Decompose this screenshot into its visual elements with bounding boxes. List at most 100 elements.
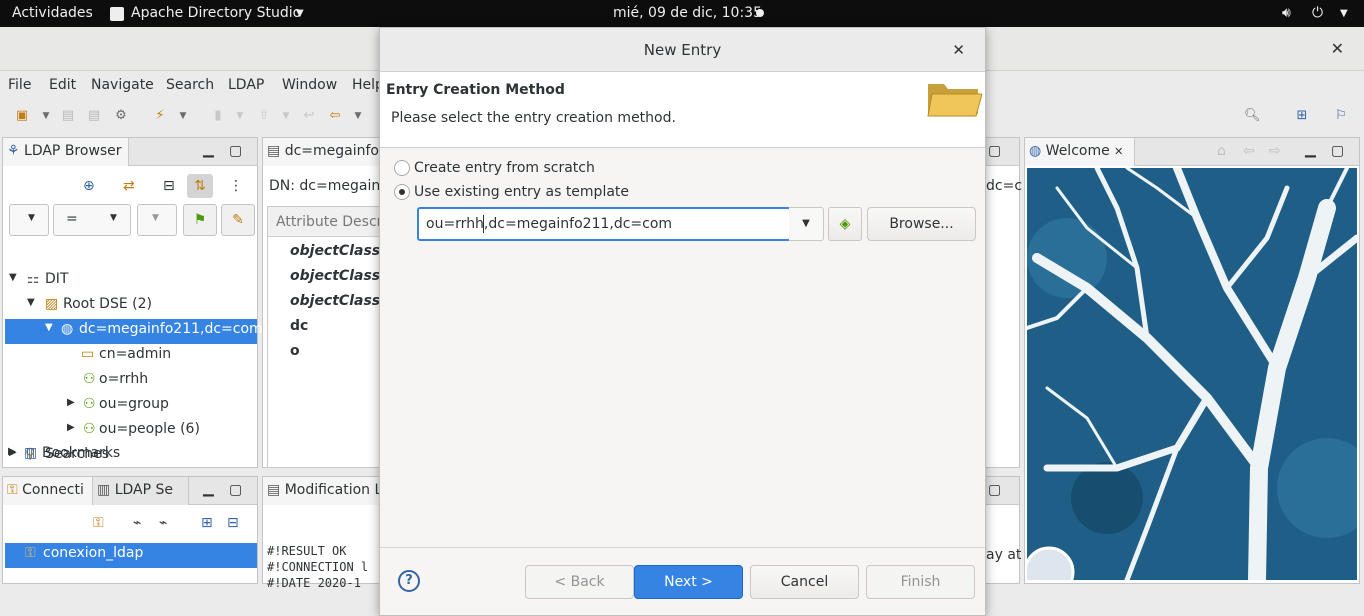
- attribute-name[interactable]: objectClass: [290, 293, 380, 309]
- entry-editor-right-tabbar: ▢: [986, 138, 1019, 166]
- maximize-icon[interactable]: ▢: [1331, 143, 1344, 159]
- chevron-down-icon: ▼: [152, 213, 159, 223]
- quick-search-value-select[interactable]: ▼: [137, 204, 177, 236]
- clock[interactable]: mié, 09 de dic, 10:35: [613, 5, 762, 21]
- open-connection-icon[interactable]: ⌁: [133, 515, 141, 531]
- label-use-template[interactable]: Use existing entry as template: [414, 184, 629, 200]
- collapse-all-icon[interactable]: ⊟: [227, 515, 239, 531]
- next-button[interactable]: Next >: [634, 565, 743, 599]
- properties-icon[interactable]: ⚙: [113, 108, 129, 124]
- collapsed-icon[interactable]: ▶: [67, 422, 75, 433]
- open-perspective-icon[interactable]: ⊞: [1294, 108, 1310, 124]
- dialog-close-icon[interactable]: ✕: [952, 28, 965, 72]
- template-history-dropdown[interactable]: ▼: [789, 207, 824, 241]
- system-menu-chevron-icon[interactable]: ▼: [1340, 8, 1348, 19]
- tab-ldap-servers-label: LDAP Se: [114, 482, 173, 498]
- ldap-perspective-icon[interactable]: ⚐: [1333, 108, 1349, 124]
- last-edit-icon: ↩: [303, 108, 315, 123]
- menu-edit[interactable]: Edit: [49, 77, 76, 93]
- tab-welcome[interactable]: ◍ Welcome ✕: [1025, 138, 1135, 166]
- radio-create-from-scratch[interactable]: [394, 160, 410, 176]
- org-icon: ⚇: [83, 371, 96, 387]
- volume-icon[interactable]: 🔊︎: [1282, 5, 1291, 21]
- help-icon[interactable]: ?: [398, 570, 420, 592]
- connection-dropdown-icon[interactable]: ▼: [175, 108, 191, 124]
- tree-item-root-dse[interactable]: ▼ ▨ Root DSE (2): [5, 294, 255, 319]
- collapse-all-icon[interactable]: ⊟: [163, 178, 175, 194]
- tree-item-ou-people[interactable]: ▶ ⚇ ou=people (6): [5, 419, 255, 444]
- collapsed-icon[interactable]: ▶: [67, 397, 75, 408]
- link-icon[interactable]: ⇅: [187, 174, 213, 198]
- save-icon: ▤: [61, 108, 75, 123]
- tree-item-o-rrhh[interactable]: ⚇ o=rrhh: [5, 369, 255, 394]
- template-entry-input[interactable]: ou=rrhh,dc=megainfo211,dc=com: [417, 207, 791, 241]
- menu-ldap[interactable]: LDAP: [228, 77, 264, 93]
- tree-item-dit[interactable]: ▼ ⚏ DIT: [5, 269, 255, 294]
- quick-search-operator-select[interactable]: = ▼: [53, 204, 131, 236]
- collapsed-icon[interactable]: ▶: [8, 446, 16, 457]
- menu-search[interactable]: Search: [166, 77, 214, 93]
- menu-file[interactable]: File: [8, 77, 31, 93]
- app-menu-chevron-icon[interactable]: ▼: [296, 8, 304, 19]
- attribute-name[interactable]: objectClass: [290, 243, 380, 259]
- new-dropdown-icon[interactable]: ▼: [38, 108, 54, 124]
- tree-item-bookmarks[interactable]: ▶ ▥ Bookmarks: [4, 443, 254, 468]
- app-menu-label[interactable]: Apache Directory Studio: [131, 5, 301, 21]
- close-tab-icon[interactable]: ✕: [1114, 145, 1123, 158]
- tab-entry-editor-label: dc=megainfo2: [284, 143, 388, 159]
- browse-button[interactable]: Browse...: [867, 207, 976, 241]
- label-create-from-scratch[interactable]: Create entry from scratch: [414, 160, 595, 176]
- template-entry-lookup-button[interactable]: ◈: [828, 207, 862, 241]
- power-icon[interactable]: ⏻: [1312, 5, 1323, 21]
- tab-modification-log-label: Modification L: [284, 482, 383, 498]
- view-menu-icon[interactable]: ⋮: [229, 178, 243, 194]
- tree-item-cn-admin[interactable]: ▭ cn=admin: [5, 344, 255, 369]
- tree-item-label: Bookmarks: [42, 445, 121, 461]
- menu-navigate[interactable]: Navigate: [91, 77, 154, 93]
- folder-icon: ▭: [81, 346, 95, 362]
- new-icon[interactable]: ▣: [14, 108, 30, 124]
- bookmark-icon: ▥: [24, 445, 38, 461]
- expand-all-icon[interactable]: ⊞: [201, 515, 213, 531]
- connection-item[interactable]: ⚿ conexion_ldap: [5, 543, 257, 568]
- cancel-button[interactable]: Cancel: [750, 565, 859, 599]
- tab-modification-log[interactable]: ▤ Modification L: [263, 477, 383, 505]
- quick-search-attr-select[interactable]: ▼: [9, 204, 49, 236]
- connection-icon: ⚿: [25, 545, 36, 561]
- back-icon[interactable]: ⇦: [327, 108, 343, 124]
- quick-search-run-button[interactable]: ⚑: [183, 204, 217, 236]
- close-connection-icon[interactable]: ⌁: [159, 515, 167, 531]
- menu-window[interactable]: Window: [282, 77, 337, 93]
- folder-icon: ▨: [45, 296, 59, 312]
- main-close-icon[interactable]: ✕: [1331, 39, 1344, 58]
- column-header-attribute: Attribute Descr: [276, 214, 383, 230]
- minimize-icon[interactable]: ▁: [203, 481, 214, 497]
- tab-ldap-browser[interactable]: ⚘ LDAP Browser: [3, 138, 129, 166]
- maximize-icon[interactable]: ▢: [988, 482, 1001, 498]
- radio-use-template[interactable]: [394, 184, 410, 200]
- connection-icon[interactable]: ⚡: [152, 108, 168, 124]
- tab-entry-editor[interactable]: ▤ dc=megainfo2: [263, 138, 388, 166]
- tab-connections[interactable]: ⚿ Connecti: [3, 477, 93, 505]
- save-all-icon: ▤: [87, 108, 101, 123]
- activities-button[interactable]: Actividades: [12, 5, 93, 21]
- back-dropdown-icon[interactable]: ▼: [350, 108, 366, 124]
- attribute-name[interactable]: objectClass: [290, 268, 380, 284]
- tree-item-dc-megainfo211[interactable]: ▼ ◍ dc=megainfo211,dc=com (4: [5, 319, 282, 344]
- link-with-editor-icon[interactable]: ⇄: [123, 178, 135, 194]
- search-icon[interactable]: 🔍︎: [1244, 108, 1261, 124]
- attribute-name[interactable]: o: [290, 343, 300, 359]
- minimize-icon[interactable]: ▁: [1305, 142, 1316, 158]
- tree-item-ou-group[interactable]: ▶ ⚇ ou=group: [5, 394, 255, 419]
- new-search-icon[interactable]: ⊕: [83, 178, 95, 194]
- log-line: #!RESULT OK: [267, 544, 347, 558]
- maximize-icon[interactable]: ▢: [229, 143, 242, 159]
- minimize-icon[interactable]: ▁: [203, 142, 214, 158]
- attribute-name[interactable]: dc: [290, 318, 308, 334]
- maximize-icon[interactable]: ▢: [229, 482, 242, 498]
- dn-suffix: dc=c: [986, 178, 1023, 194]
- maximize-icon[interactable]: ▢: [988, 143, 1001, 159]
- tab-ldap-servers[interactable]: ▥ LDAP Se: [93, 477, 189, 505]
- new-connection-icon[interactable]: ⚿: [93, 515, 104, 531]
- quick-search-clear-button[interactable]: ✎: [221, 204, 255, 236]
